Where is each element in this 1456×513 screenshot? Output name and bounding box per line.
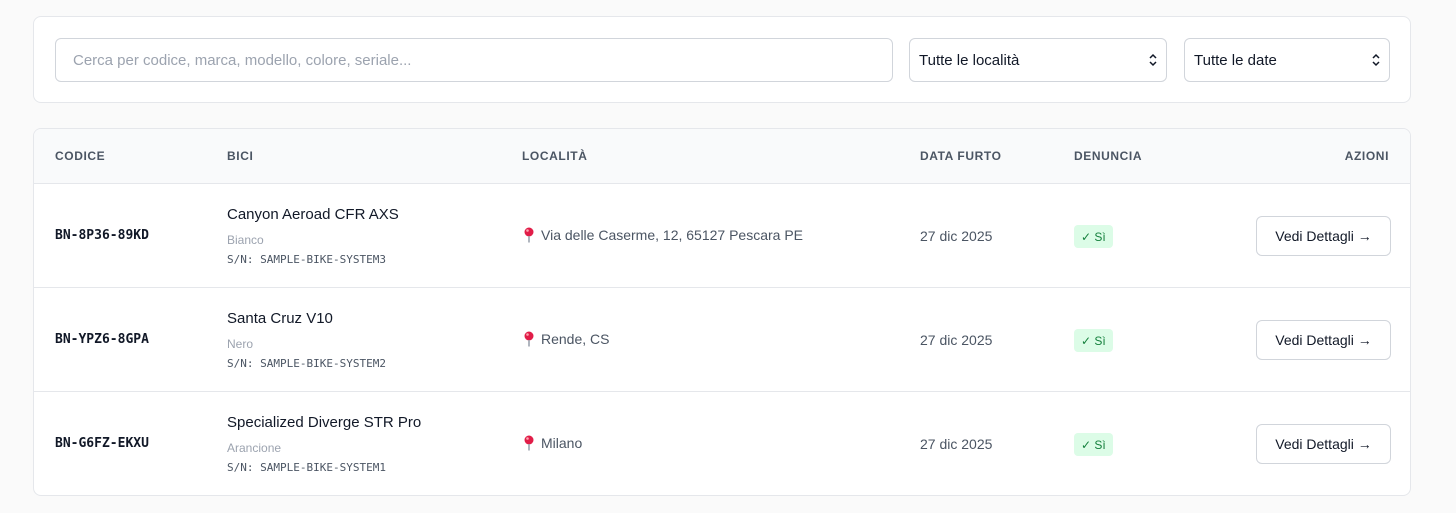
bike-code: BN-G6FZ-EKXU	[55, 436, 149, 451]
bike-location: Rende, CS	[522, 331, 609, 347]
bike-code: BN-8P36-89KD	[55, 228, 149, 243]
location-select[interactable]: Tutte le località	[909, 38, 1167, 82]
chevron-up-down-icon	[1372, 53, 1380, 67]
view-details-button[interactable]: Vedi Dettagli →	[1256, 424, 1391, 464]
location-select-value: Tutte le località	[919, 51, 1020, 69]
view-details-button[interactable]: Vedi Dettagli →	[1256, 216, 1391, 256]
header-actions: AZIONI	[1344, 149, 1389, 163]
chevron-up-down-icon	[1149, 53, 1157, 67]
stolen-bikes-table: CODICE BICI LOCALITÀ DATA FURTO DENUNCIA…	[33, 128, 1411, 496]
bike-serial: S/N: SAMPLE-BIKE-SYSTEM1	[227, 461, 386, 474]
location-text: Rende, CS	[541, 331, 610, 347]
table-row: BN-8P36-89KD Canyon Aeroad CFR AXS Bianc…	[34, 184, 1410, 288]
bike-code: BN-YPZ6-8GPA	[55, 332, 149, 347]
table-header: CODICE BICI LOCALITÀ DATA FURTO DENUNCIA…	[34, 129, 1410, 184]
header-bike: BICI	[227, 149, 254, 163]
filter-bar: Tutte le località Tutte le date	[33, 16, 1411, 103]
bike-color: Arancione	[227, 441, 282, 455]
bike-serial: S/N: SAMPLE-BIKE-SYSTEM2	[227, 357, 386, 370]
bike-name: Specialized Diverge STR Pro	[227, 414, 422, 431]
header-theft-date: DATA FURTO	[920, 149, 1002, 163]
bike-name: Santa Cruz V10	[227, 310, 333, 327]
report-badge: ✓ Sì	[1074, 225, 1113, 248]
bike-color: Bianco	[227, 233, 264, 247]
date-select[interactable]: Tutte le date	[1184, 38, 1390, 82]
map-pin-icon	[524, 331, 534, 347]
theft-date: 27 dic 2025	[920, 436, 993, 452]
bike-location: Milano	[522, 435, 582, 451]
table-row: BN-YPZ6-8GPA Santa Cruz V10 Nero S/N: SA…	[34, 288, 1410, 392]
location-text: Via delle Caserme, 12, 65127 Pescara PE	[541, 227, 804, 243]
report-badge: ✓ Sì	[1074, 329, 1113, 352]
table-row: BN-G6FZ-EKXU Specialized Diverge STR Pro…	[34, 392, 1410, 495]
theft-date: 27 dic 2025	[920, 228, 993, 244]
search-input[interactable]	[55, 38, 893, 82]
map-pin-icon	[524, 227, 534, 243]
view-details-button[interactable]: Vedi Dettagli →	[1256, 320, 1391, 360]
header-location: LOCALITÀ	[522, 149, 588, 163]
date-select-value: Tutte le date	[1194, 51, 1277, 69]
report-badge: ✓ Sì	[1074, 433, 1113, 456]
location-text: Milano	[541, 435, 583, 451]
bike-location: Via delle Caserme, 12, 65127 Pescara PE	[522, 227, 803, 243]
map-pin-icon	[524, 435, 534, 451]
bike-name: Canyon Aeroad CFR AXS	[227, 206, 399, 223]
bike-color: Nero	[227, 337, 254, 351]
header-code: CODICE	[55, 149, 106, 163]
theft-date: 27 dic 2025	[920, 332, 993, 348]
bike-serial: S/N: SAMPLE-BIKE-SYSTEM3	[227, 253, 386, 266]
header-report: DENUNCIA	[1074, 149, 1143, 163]
